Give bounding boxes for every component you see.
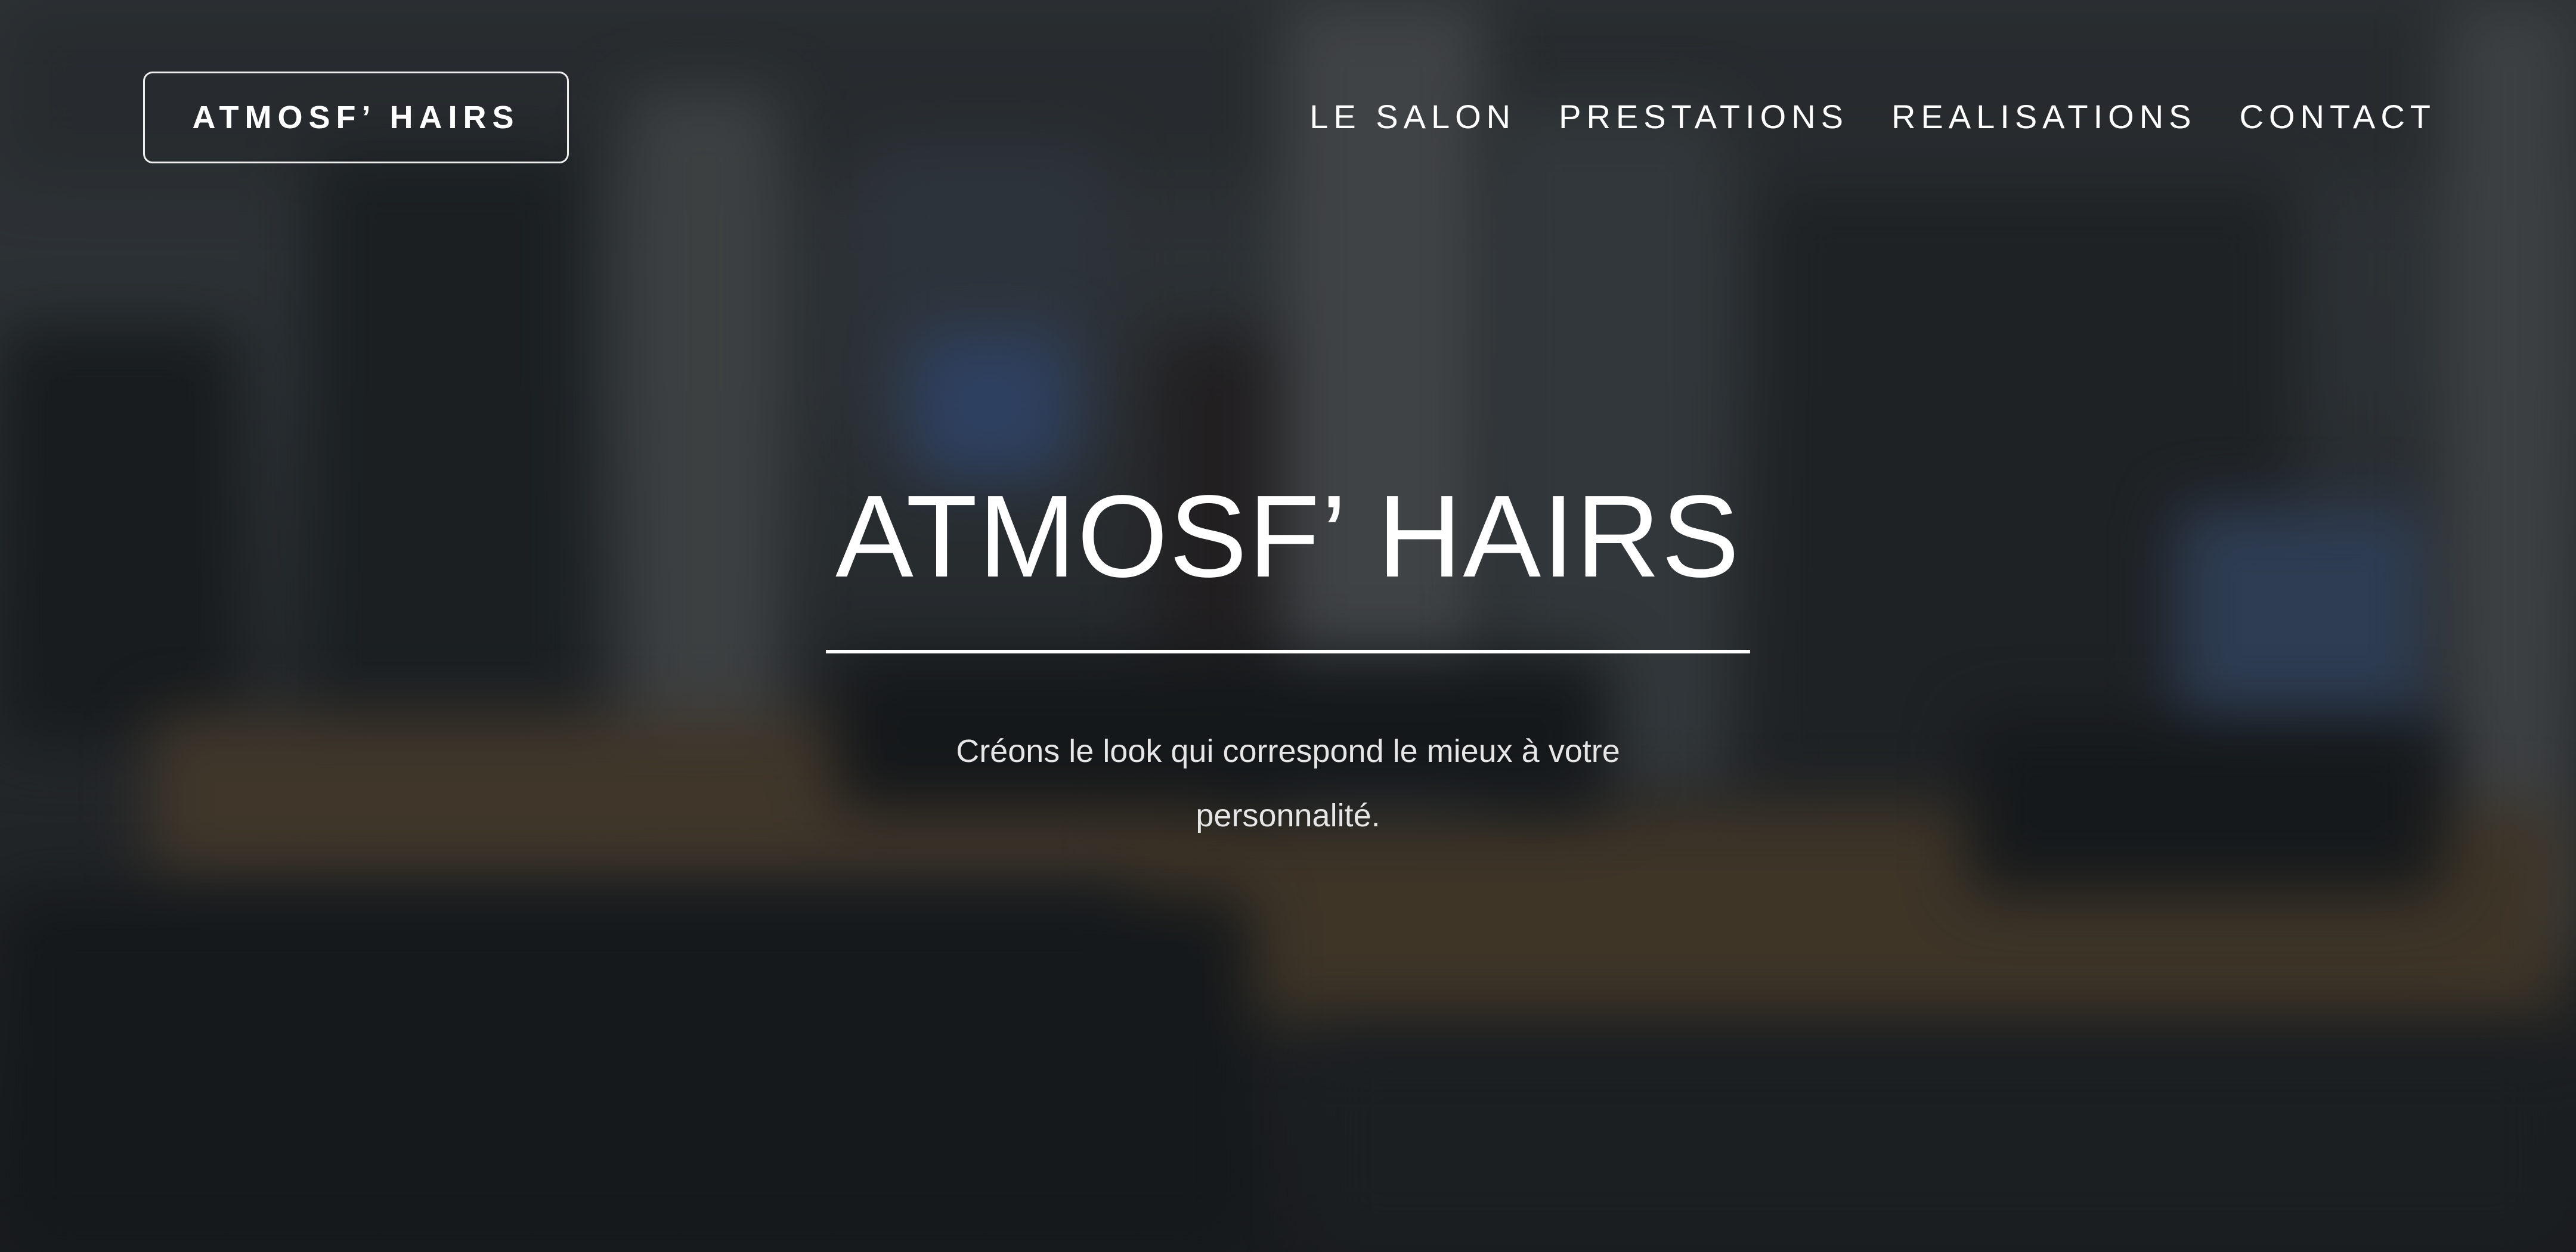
hero-section: ATMOSF’ HAIRS Créons le look qui corresp… xyxy=(826,465,1750,848)
nav-item-le-salon[interactable]: LE SALON xyxy=(1309,95,1516,138)
hero-title: ATMOSF’ HAIRS xyxy=(835,471,1741,602)
logo-text: ATMOSF’ HAIRS xyxy=(192,100,520,135)
main-nav: LE SALON PRESTATIONS REALISATIONS CONTAC… xyxy=(1309,95,2436,138)
hero-subtitle: Créons le look qui correspond le mieux à… xyxy=(956,733,1620,833)
nav-item-contact[interactable]: CONTACT xyxy=(2240,95,2436,138)
hero-divider xyxy=(826,650,1750,653)
site-logo[interactable]: ATMOSF’ HAIRS xyxy=(143,72,569,163)
nav-item-prestations[interactable]: PRESTATIONS xyxy=(1559,95,1849,138)
nav-item-realisations[interactable]: REALISATIONS xyxy=(1891,95,2197,138)
